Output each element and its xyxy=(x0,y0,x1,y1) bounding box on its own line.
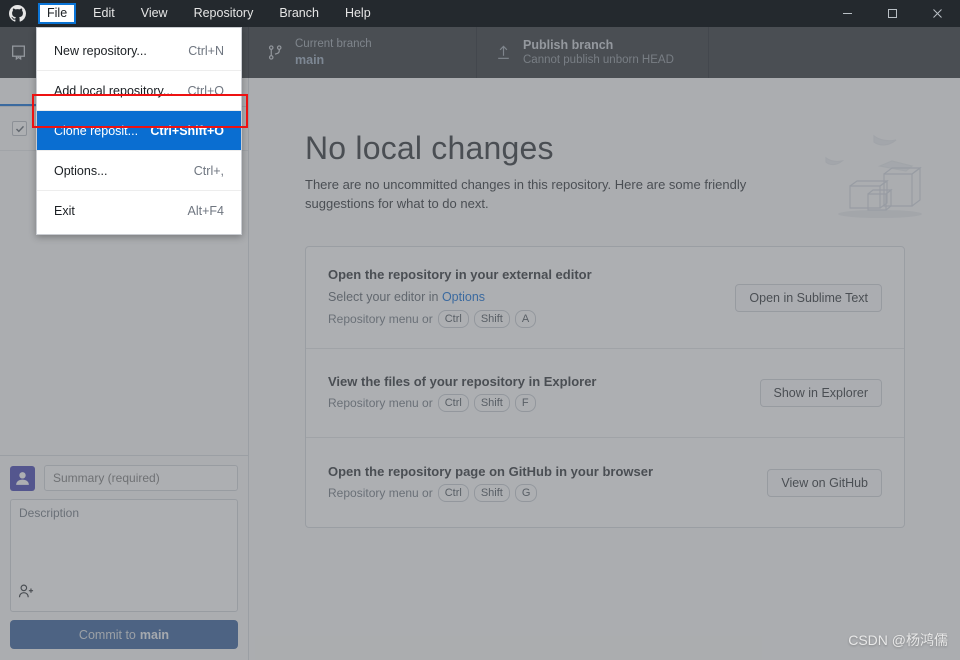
view-on-github-button[interactable]: View on GitHub xyxy=(767,468,882,497)
commit-area: Description Commit to main xyxy=(0,455,248,660)
commit-description-box[interactable]: Description xyxy=(10,499,238,612)
menu-branch[interactable]: Branch xyxy=(270,3,328,24)
key-ctrl: Ctrl xyxy=(437,310,469,328)
page-title: No local changes xyxy=(305,130,554,166)
maximize-button[interactable] xyxy=(870,0,915,27)
open-in-editor-button[interactable]: Open in Sublime Text xyxy=(735,283,882,312)
card-hint: Repository menu or Ctrl Shift F xyxy=(328,393,760,413)
menu-item-accelerator: Ctrl+Shift+O xyxy=(150,123,224,138)
key-letter: F xyxy=(514,394,536,412)
card-title: Open the repository in your external edi… xyxy=(328,267,592,282)
key-letter: G xyxy=(514,483,538,502)
key-ctrl: Ctrl xyxy=(437,394,469,412)
page-description: There are no uncommitted changes in this… xyxy=(305,177,747,211)
select-all-checkbox[interactable] xyxy=(12,121,27,136)
menu-item-new-repository[interactable]: New repository... Ctrl+N xyxy=(37,31,241,71)
commit-button-prefix: Commit to xyxy=(78,627,136,642)
menu-item-clone-repository[interactable]: Clone reposit... Ctrl+Shift+O xyxy=(37,111,241,151)
card-open-in-editor: Open the repository in your external edi… xyxy=(306,247,904,349)
add-coauthor-icon[interactable] xyxy=(18,583,35,605)
card-texts: View the files of your repository in Exp… xyxy=(328,373,760,413)
card-title: View the files of your repository in Exp… xyxy=(328,374,597,389)
menu-item-exit[interactable]: Exit Alt+F4 xyxy=(37,191,241,231)
key-ctrl: Ctrl xyxy=(437,483,469,502)
card-hint-prefix: Repository menu or xyxy=(328,485,433,500)
menu-item-label: Exit xyxy=(54,204,75,218)
main-panel: No local changes There are no uncommitte… xyxy=(249,78,960,660)
key-shift: Shift xyxy=(473,310,510,328)
github-desktop-window: File Edit View Repository Branch Help Cu… xyxy=(0,0,960,660)
key-letter: A xyxy=(514,310,537,328)
branch-label: Current branch xyxy=(295,38,372,50)
key-shift: Shift xyxy=(473,483,510,502)
menu-item-accelerator: Alt+F4 xyxy=(187,204,224,218)
menu-file[interactable]: File xyxy=(38,3,77,24)
menu-item-add-local-repository[interactable]: Add local repository... Ctrl+O xyxy=(37,71,241,111)
commit-to-branch-button[interactable]: Commit to main xyxy=(10,620,238,649)
show-in-explorer-button[interactable]: Show in Explorer xyxy=(759,379,882,407)
boxes-illustration-icon xyxy=(822,130,932,225)
card-hint: Repository menu or Ctrl Shift G xyxy=(328,483,767,503)
options-link[interactable]: Options xyxy=(442,290,485,304)
commit-description-placeholder: Description xyxy=(19,506,80,520)
publish-sub: Cannot publish unborn HEAD xyxy=(523,54,674,66)
menu-item-label: Clone reposit... xyxy=(54,123,139,138)
menu-item-label: Add local repository... xyxy=(54,83,174,98)
menu-item-accelerator: Ctrl+, xyxy=(193,163,224,178)
close-button[interactable] xyxy=(915,0,960,27)
minimize-button[interactable] xyxy=(825,0,870,27)
menu-item-label: Options... xyxy=(54,163,108,178)
menu-item-options[interactable]: Options... Ctrl+, xyxy=(37,151,241,191)
card-subtitle: Select your editor in Options xyxy=(328,287,735,307)
card-hint-prefix: Repository menu or xyxy=(328,396,433,410)
menu-bar: File Edit View Repository Branch Help xyxy=(34,0,384,27)
github-logo-icon xyxy=(0,5,34,22)
menu-edit[interactable]: Edit xyxy=(84,3,124,24)
commit-summary-row xyxy=(10,465,238,491)
commit-button-branch: main xyxy=(139,627,170,642)
menu-item-accelerator: Ctrl+N xyxy=(188,43,224,58)
menu-item-accelerator: Ctrl+O xyxy=(187,83,224,98)
card-texts: Open the repository page on GitHub in yo… xyxy=(328,463,767,503)
menu-help[interactable]: Help xyxy=(336,3,380,24)
commit-summary-input[interactable] xyxy=(44,465,238,491)
watermark: CSDN @杨鸿儒 xyxy=(848,632,948,648)
avatar xyxy=(10,465,35,491)
card-hint: Repository menu or Ctrl Shift A xyxy=(328,309,735,329)
key-shift: Shift xyxy=(473,394,510,412)
window-controls xyxy=(825,0,960,27)
publish-label: Publish branch xyxy=(523,38,614,52)
suggestion-cards: Open the repository in your external edi… xyxy=(305,246,905,528)
card-show-in-explorer: View the files of your repository in Exp… xyxy=(306,349,904,438)
title-bar: File Edit View Repository Branch Help xyxy=(0,0,960,27)
card-sub-prefix: Select your editor in xyxy=(328,290,442,304)
card-view-on-github: Open the repository page on GitHub in yo… xyxy=(306,438,904,527)
menu-repository[interactable]: Repository xyxy=(185,3,263,24)
card-texts: Open the repository in your external edi… xyxy=(328,266,735,329)
toolbar-branch-button[interactable]: Current branch main xyxy=(249,27,477,78)
menu-item-label: New repository... xyxy=(54,43,147,58)
branch-value: main xyxy=(295,53,325,67)
card-title: Open the repository page on GitHub in yo… xyxy=(328,463,654,479)
menu-view[interactable]: View xyxy=(132,3,177,24)
no-changes-section: No local changes There are no uncommitte… xyxy=(249,78,960,218)
toolbar-publish-button[interactable]: Publish branch Cannot publish unborn HEA… xyxy=(477,27,709,78)
file-menu-dropdown: New repository... Ctrl+N Add local repos… xyxy=(36,27,242,235)
card-hint-prefix: Repository menu or xyxy=(328,312,433,326)
